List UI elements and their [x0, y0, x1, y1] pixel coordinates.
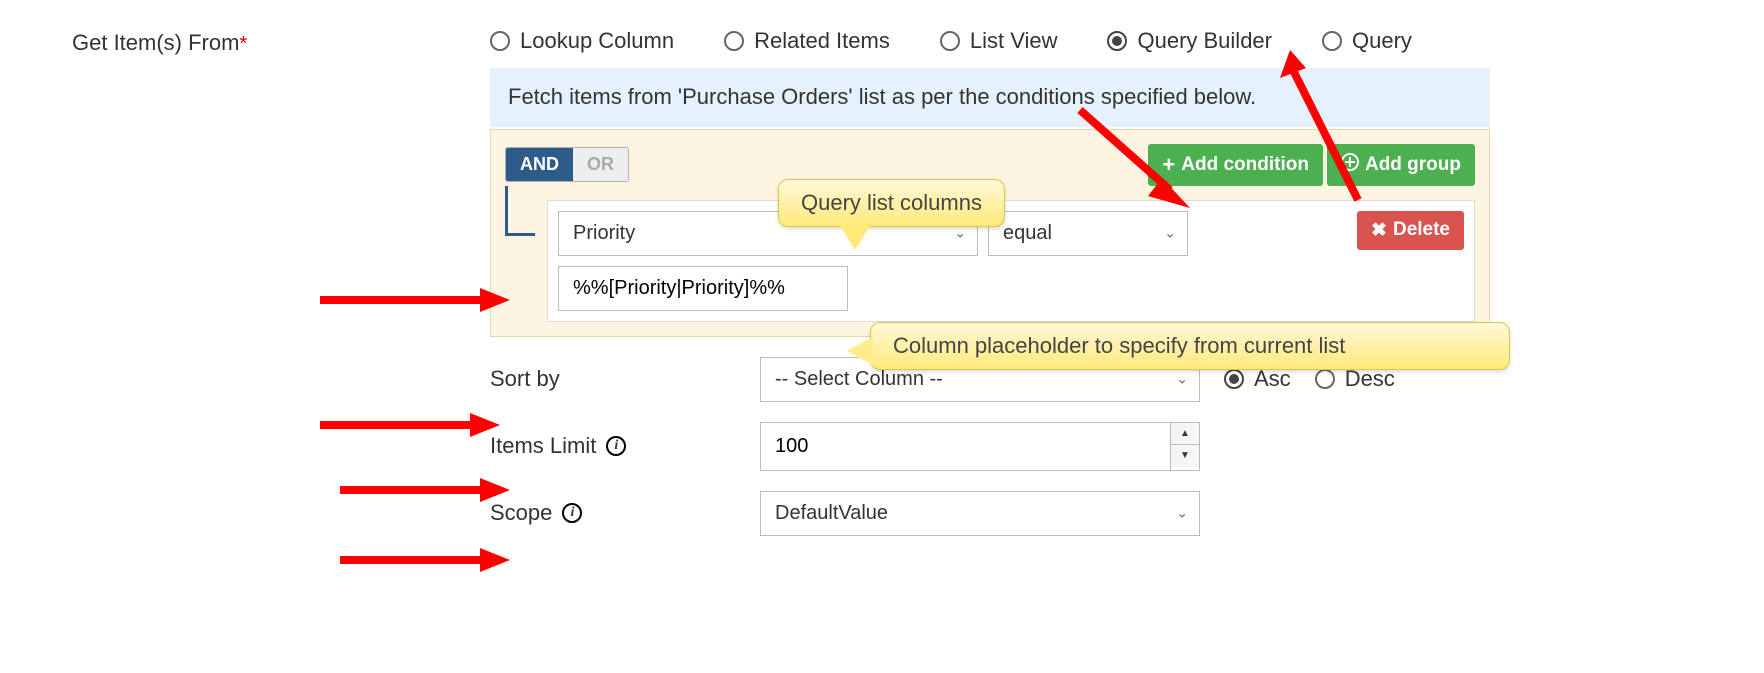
annotation-arrow — [340, 540, 510, 580]
or-button[interactable]: OR — [573, 148, 628, 181]
radio-label: List View — [970, 28, 1058, 54]
radio-icon — [1107, 31, 1127, 51]
items-limit-input[interactable] — [761, 423, 1170, 470]
radio-label: Query — [1352, 28, 1412, 54]
radio-icon — [490, 31, 510, 51]
scope-label: Scope — [490, 500, 552, 526]
button-label: Add group — [1365, 154, 1461, 176]
tree-connector — [505, 186, 535, 236]
radio-icon — [1322, 31, 1342, 51]
and-or-toggle: AND OR — [505, 147, 629, 182]
radio-label: Query Builder — [1137, 28, 1272, 54]
info-icon[interactable]: i — [606, 436, 626, 456]
button-label: Delete — [1393, 219, 1450, 241]
info-description: Fetch items from 'Purchase Orders' list … — [490, 68, 1490, 127]
radio-lookup-column[interactable]: Lookup Column — [490, 28, 674, 54]
radio-label: Lookup Column — [520, 28, 674, 54]
add-group-button[interactable]: Add group — [1327, 144, 1475, 186]
radio-label: Asc — [1254, 366, 1291, 392]
field-label-get-items: Get Item(s) From — [72, 30, 239, 55]
condition-row: Priority ⌄ equal ⌄ ✖ Delete — [547, 200, 1475, 322]
spinner-down[interactable]: ▼ — [1171, 445, 1199, 467]
caret-up-icon: ▲ — [1180, 428, 1190, 439]
radio-icon — [1315, 369, 1335, 389]
items-limit-spinner: ▲ ▼ — [760, 422, 1200, 471]
caret-down-icon: ▼ — [1180, 450, 1190, 461]
delete-button[interactable]: ✖ Delete — [1357, 211, 1464, 250]
add-condition-button[interactable]: + Add condition — [1148, 144, 1323, 186]
circle-plus-icon — [1341, 153, 1359, 177]
plus-icon: + — [1162, 152, 1175, 178]
required-asterisk: * — [239, 33, 247, 55]
callout-query-list-columns: Query list columns — [778, 179, 1005, 227]
radio-desc[interactable]: Desc — [1315, 366, 1395, 392]
radio-icon — [1224, 369, 1244, 389]
sort-by-label: Sort by — [490, 366, 560, 392]
callout-column-placeholder: Column placeholder to specify from curre… — [870, 322, 1510, 370]
radio-related-items[interactable]: Related Items — [724, 28, 890, 54]
radio-query-builder[interactable]: Query Builder — [1107, 28, 1272, 54]
info-icon[interactable]: i — [562, 503, 582, 523]
x-icon: ✖ — [1371, 219, 1387, 242]
operator-select[interactable]: equal ⌄ — [988, 211, 1188, 256]
radio-list-view[interactable]: List View — [940, 28, 1058, 54]
radio-query[interactable]: Query — [1322, 28, 1412, 54]
button-label: Add condition — [1181, 154, 1309, 176]
items-limit-label: Items Limit — [490, 433, 596, 459]
radio-asc[interactable]: Asc — [1224, 366, 1291, 392]
query-builder-panel: AND OR + Add condition Add group — [490, 129, 1490, 337]
radio-label: Related Items — [754, 28, 890, 54]
spinner-up[interactable]: ▲ — [1171, 423, 1199, 445]
value-input[interactable] — [558, 266, 848, 311]
radio-label: Desc — [1345, 366, 1395, 392]
radio-icon — [724, 31, 744, 51]
scope-select[interactable]: DefaultValue ⌄ — [760, 491, 1200, 536]
radio-icon — [940, 31, 960, 51]
select-value: DefaultValue — [760, 491, 1200, 536]
and-button[interactable]: AND — [506, 148, 573, 181]
select-value: equal — [988, 211, 1188, 256]
